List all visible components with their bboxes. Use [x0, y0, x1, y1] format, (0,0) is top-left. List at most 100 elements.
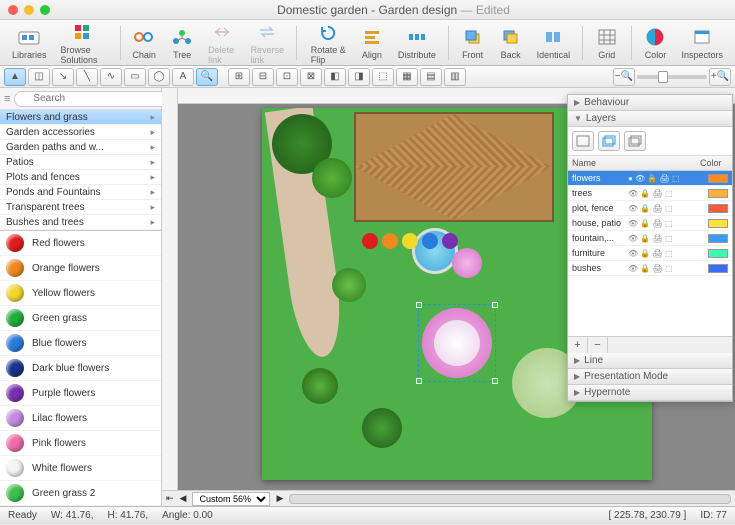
shape-row[interactable]: Green grass 2 [0, 481, 161, 506]
behaviour-section-header[interactable]: ▶Behaviour [568, 95, 732, 111]
snap-tool-10[interactable]: ▥ [444, 68, 466, 86]
window-title: Domestic garden - Garden design — Edited [60, 3, 727, 17]
tree-icon [170, 26, 194, 48]
zoom-tool[interactable]: 🔍 [196, 68, 218, 86]
shape-row[interactable]: Yellow flowers [0, 281, 161, 306]
snap-tool-8[interactable]: ▦ [396, 68, 418, 86]
category-row[interactable]: Bushes and trees▸ [0, 215, 161, 230]
line-section-header[interactable]: ▶Line [568, 353, 732, 369]
shape-row[interactable]: Dark blue flowers [0, 356, 161, 381]
snap-tool-3[interactable]: ⊡ [276, 68, 298, 86]
identical-button[interactable]: Identical [531, 24, 577, 62]
category-row[interactable]: Ponds and Fountains▸ [0, 185, 161, 200]
category-row[interactable]: Garden accessories▸ [0, 125, 161, 140]
status-position: [ 225.78, 230.79 ] [608, 510, 686, 521]
lasso-tool[interactable]: ◫ [28, 68, 50, 86]
hamburger-icon[interactable]: ≡ [4, 93, 10, 105]
text-tool[interactable]: A [172, 68, 194, 86]
shape-row[interactable]: Purple flowers [0, 381, 161, 406]
layer-row[interactable]: flowers● 👁 🔒 🖨 ⬚ [568, 171, 732, 186]
layer-row[interactable]: fountain,...👁 🔒 🖨 ⬚ [568, 231, 732, 246]
layer-mode-3[interactable] [624, 131, 646, 151]
snap-tool-5[interactable]: ◧ [324, 68, 346, 86]
status-height: H: 41.76, [108, 510, 149, 521]
inspectors-button[interactable]: Inspectors [675, 24, 729, 62]
close-window-button[interactable] [8, 5, 18, 15]
page-nav-first[interactable]: ⇤ [166, 493, 174, 504]
remove-layer-button[interactable]: − [588, 337, 608, 353]
shape-row[interactable]: Lilac flowers [0, 406, 161, 431]
front-icon [461, 26, 485, 48]
identical-icon [541, 26, 565, 48]
shape-row[interactable]: Red flowers [0, 231, 161, 256]
inspector-panel: ▶Behaviour ▼Layers Name Color flowers● 👁… [567, 94, 733, 402]
horizontal-scrollbar[interactable] [289, 494, 731, 504]
snap-tool-4[interactable]: ⊠ [300, 68, 322, 86]
color-button[interactable]: Color [637, 24, 673, 62]
zoom-window-button[interactable] [40, 5, 50, 15]
reverse-link-button[interactable]: Reverse link [245, 19, 291, 67]
distribute-button[interactable]: Distribute [392, 24, 442, 62]
ellipse-tool[interactable]: ◯ [148, 68, 170, 86]
connector-tool[interactable]: ↘ [52, 68, 74, 86]
rect-tool[interactable]: ▭ [124, 68, 146, 86]
snap-tool-1[interactable]: ⊞ [228, 68, 250, 86]
curve-tool[interactable]: ∿ [100, 68, 122, 86]
hypernote-section-header[interactable]: ▶Hypernote [568, 385, 732, 401]
category-row[interactable]: Plots and fences▸ [0, 170, 161, 185]
align-button[interactable]: Align [354, 24, 390, 62]
select-tool[interactable]: ▲ [4, 68, 26, 86]
titlebar: Domestic garden - Garden design — Edited [0, 0, 735, 20]
line-tool[interactable]: ╲ [76, 68, 98, 86]
grid-button[interactable]: Grid [589, 24, 625, 62]
minimize-window-button[interactable] [24, 5, 34, 15]
shape-row[interactable]: Green grass [0, 306, 161, 331]
layer-row[interactable]: furniture👁 🔒 🖨 ⬚ [568, 246, 732, 261]
zoom-out-button[interactable]: −🔍 [613, 68, 635, 86]
status-id: ID: 77 [700, 510, 727, 521]
shape-row[interactable]: Blue flowers [0, 331, 161, 356]
zoom-in-button[interactable]: +🔍 [709, 68, 731, 86]
category-row[interactable]: Garden paths and w...▸ [0, 140, 161, 155]
browse-solutions-button[interactable]: Browse Solutions [55, 19, 114, 67]
layer-row[interactable]: trees👁 🔒 🖨 ⬚ [568, 186, 732, 201]
shape-row[interactable]: Orange flowers [0, 256, 161, 281]
chain-button[interactable]: Chain [126, 24, 162, 62]
snap-tool-9[interactable]: ▤ [420, 68, 442, 86]
distribute-icon [405, 26, 429, 48]
presentation-section-header[interactable]: ▶Presentation Mode [568, 369, 732, 385]
add-layer-button[interactable]: + [568, 337, 588, 353]
category-list: Flowers and grass▸Garden accessories▸Gar… [0, 110, 161, 231]
search-input[interactable] [14, 91, 184, 107]
canvas-footer: ⇤ ◀ Custom 56% ▶ [162, 490, 735, 506]
category-row[interactable]: Flowers and grass▸ [0, 110, 161, 125]
zoom-select[interactable]: Custom 56% [192, 492, 270, 506]
zoom-slider[interactable] [637, 75, 707, 79]
layer-row[interactable]: plot, fence👁 🔒 🖨 ⬚ [568, 201, 732, 216]
layer-mode-2[interactable] [598, 131, 620, 151]
layer-row[interactable]: house, patio👁 🔒 🖨 ⬚ [568, 216, 732, 231]
align-icon [360, 26, 384, 48]
libraries-icon [17, 26, 41, 48]
shape-row[interactable]: White flowers [0, 456, 161, 481]
back-button[interactable]: Back [493, 24, 529, 62]
layer-mode-1[interactable] [572, 131, 594, 151]
shape-row[interactable]: Pink flowers [0, 431, 161, 456]
page-nav-prev[interactable]: ◀ [180, 493, 187, 504]
layers-section-header[interactable]: ▼Layers [568, 111, 732, 127]
grid-icon [595, 26, 619, 48]
tree-button[interactable]: Tree [164, 24, 200, 62]
snap-tool-7[interactable]: ⬚ [372, 68, 394, 86]
delete-link-button[interactable]: Delete link [202, 19, 242, 67]
front-button[interactable]: Front [455, 24, 491, 62]
solutions-icon [72, 21, 96, 43]
snap-tool-6[interactable]: ◨ [348, 68, 370, 86]
category-row[interactable]: Patios▸ [0, 155, 161, 170]
layer-row[interactable]: bushes👁 🔒 🖨 ⬚ [568, 261, 732, 276]
snap-tool-2[interactable]: ⊟ [252, 68, 274, 86]
page-nav-next[interactable]: ▶ [276, 493, 283, 504]
libraries-button[interactable]: Libraries [6, 24, 53, 62]
status-ready: Ready [8, 510, 37, 521]
category-row[interactable]: Transparent trees▸ [0, 200, 161, 215]
rotate-flip-button[interactable]: Rotate & Flip [305, 19, 352, 67]
